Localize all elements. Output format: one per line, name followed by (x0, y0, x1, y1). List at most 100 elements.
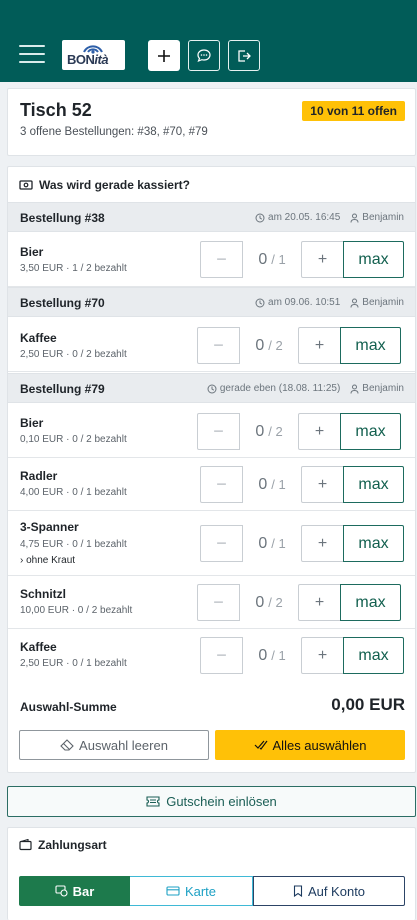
list-item: Bier 0,10 EUR · 0 / 2 bezahlt − 0/ 2 + m… (8, 403, 415, 458)
payment-option-account[interactable]: Auf Konto (253, 876, 405, 906)
item-sub: 0,10 EUR · 0 / 2 bezahlt (20, 434, 127, 445)
order-title: Bestellung #79 (20, 382, 105, 396)
payment-heading: Zahlungsart (19, 838, 107, 852)
list-item: Radler 4,00 EUR · 0 / 1 bezahlt − 0/ 1 +… (8, 458, 415, 511)
item-name: Kaffee (20, 331, 57, 345)
quantity-value: 0 (255, 593, 265, 611)
payment-option-card[interactable]: Karte (130, 876, 253, 906)
item-name: Schnitzl (20, 587, 67, 601)
max-button[interactable]: max (340, 413, 401, 450)
user-icon (350, 298, 359, 308)
order-user: Benjamin (350, 297, 404, 308)
logo-text-main: BON (67, 52, 95, 67)
select-all-button[interactable]: Alles auswählen (215, 730, 405, 760)
quantity-stepper: − 0/ 1 + max (200, 637, 404, 674)
order-time-text: am 20.05. 16:45 (268, 212, 341, 223)
item-sub: 2,50 EUR · 0 / 2 bezahlt (20, 349, 127, 360)
clock-icon (255, 298, 265, 307)
quantity-value: 0 (255, 422, 265, 440)
add-button[interactable] (148, 40, 180, 71)
quantity-value: 0 (255, 336, 265, 354)
logout-button[interactable] (228, 40, 260, 71)
quantity-stepper: − 0/ 1 + max (200, 241, 404, 278)
menu-icon[interactable] (19, 41, 45, 65)
user-icon (350, 213, 359, 223)
increment-button[interactable]: + (298, 327, 341, 364)
order-time-text: gerade eben (18.08. 11:25) (219, 383, 341, 394)
quantity-total: / 1 (271, 536, 286, 551)
open-count-badge: 10 von 11 offen (302, 101, 405, 121)
clear-selection-button[interactable]: Auswahl leeren (19, 730, 209, 760)
order-time-text: am 09.06. 10:51 (268, 297, 341, 308)
table-subtitle: 3 offene Bestellungen: #38, #70, #79 (20, 126, 208, 138)
order-user-text: Benjamin (362, 297, 404, 308)
checkout-heading-text: Was wird gerade kassiert? (39, 178, 190, 192)
item-note: › ohne Kraut (20, 555, 76, 566)
max-button[interactable]: max (343, 637, 404, 674)
order-user: Benjamin (350, 383, 404, 394)
increment-button[interactable]: + (301, 241, 344, 278)
quantity-value: 0 (258, 250, 268, 268)
decrement-button[interactable]: − (200, 466, 243, 503)
credit-card-icon (166, 886, 180, 896)
item-sub: 3,50 EUR · 1 / 2 bezahlt (20, 263, 127, 274)
quantity-value: 0 (258, 646, 268, 664)
quantity-total: / 1 (271, 648, 286, 663)
decrement-button[interactable]: − (197, 413, 240, 450)
max-button[interactable]: max (340, 584, 401, 621)
item-name: Bier (20, 245, 44, 259)
payment-option-bar-label: Bar (72, 883, 95, 899)
max-button[interactable]: max (343, 525, 404, 562)
increment-button[interactable]: + (301, 637, 344, 674)
quantity-display: 0/ 2 (240, 327, 298, 364)
logo[interactable]: BONità (62, 40, 125, 70)
redeem-voucher-button[interactable]: Gutschein einlösen (7, 786, 416, 817)
quantity-total: / 2 (268, 424, 283, 439)
quantity-display: 0/ 1 (243, 466, 301, 503)
decrement-button[interactable]: − (200, 525, 243, 562)
wallet-icon (19, 839, 32, 851)
chat-button[interactable] (188, 40, 220, 71)
increment-button[interactable]: + (301, 525, 344, 562)
decrement-button[interactable]: − (197, 327, 240, 364)
increment-button[interactable]: + (301, 466, 344, 503)
decrement-button[interactable]: − (197, 584, 240, 621)
decrement-button[interactable]: − (200, 241, 243, 278)
item-sub: 2,50 EUR · 0 / 1 bezahlt (20, 658, 127, 669)
sum-value: 0,00 EUR (331, 695, 405, 714)
list-item: Schnitzl 10,00 EUR · 0 / 2 bezahlt − 0/ … (8, 576, 415, 629)
bookmark-icon (293, 885, 302, 897)
order-title: Bestellung #70 (20, 296, 105, 310)
quantity-stepper: − 0/ 2 + max (197, 413, 401, 450)
order-header: Bestellung #70 am 09.06. 10:51 Benjamin (8, 287, 415, 317)
logout-icon (238, 49, 251, 62)
ticket-icon (146, 796, 160, 807)
eraser-icon (60, 739, 74, 751)
payment-method-group: Bar Karte Auf Konto (19, 876, 405, 906)
order-user-text: Benjamin (362, 212, 404, 223)
top-bar: BONità (0, 0, 417, 82)
quantity-display: 0/ 1 (243, 525, 301, 562)
quantity-stepper: − 0/ 2 + max (197, 584, 401, 621)
max-button[interactable]: max (340, 327, 401, 364)
order-time: am 20.05. 16:45 (255, 212, 340, 223)
increment-button[interactable]: + (298, 584, 341, 621)
order-time: gerade eben (18.08. 11:25) (207, 383, 340, 394)
list-item: 3-Spanner 4,75 EUR · 0 / 1 bezahlt › ohn… (8, 511, 415, 576)
list-item: Bier 3,50 EUR · 1 / 2 bezahlt − 0/ 1 + m… (8, 232, 415, 287)
clock-icon (255, 213, 265, 222)
increment-button[interactable]: + (298, 413, 341, 450)
order-user: Benjamin (350, 212, 404, 223)
max-button[interactable]: max (343, 241, 404, 278)
list-item: Kaffee 2,50 EUR · 0 / 1 bezahlt − 0/ 1 +… (8, 629, 415, 682)
payment-option-bar[interactable]: Bar (19, 876, 130, 906)
decrement-button[interactable]: − (200, 637, 243, 674)
max-button[interactable]: max (343, 466, 404, 503)
quantity-value: 0 (258, 534, 268, 552)
quantity-stepper: − 0/ 2 + max (197, 327, 401, 364)
user-icon (350, 384, 359, 394)
order-header: Bestellung #38 am 20.05. 16:45 Benjamin (8, 202, 415, 232)
chat-icon (197, 48, 211, 62)
item-sub: 4,00 EUR · 0 / 1 bezahlt (20, 487, 127, 498)
quantity-stepper: − 0/ 1 + max (200, 466, 404, 503)
